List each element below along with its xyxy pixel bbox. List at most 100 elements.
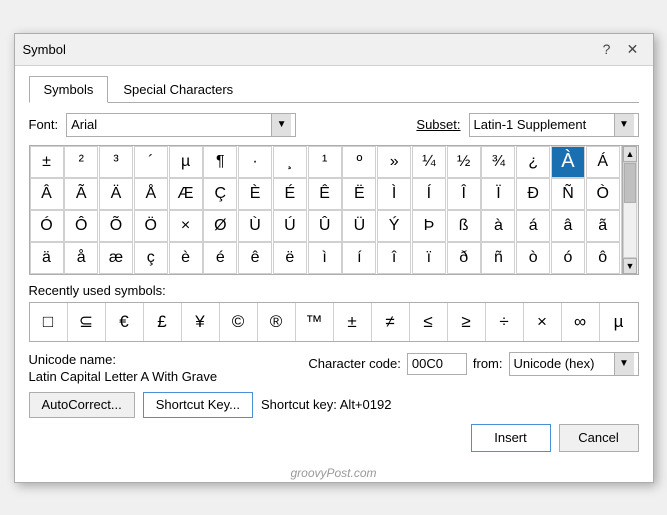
scroll-track[interactable] bbox=[623, 162, 637, 258]
symbol-cell[interactable]: Û bbox=[308, 210, 342, 242]
recent-symbol-cell[interactable]: ≠ bbox=[372, 303, 410, 341]
symbol-cell[interactable]: ³ bbox=[99, 146, 133, 178]
tab-special-characters[interactable]: Special Characters bbox=[108, 76, 248, 103]
recent-symbol-cell[interactable]: £ bbox=[144, 303, 182, 341]
symbol-cell[interactable]: ß bbox=[447, 210, 481, 242]
symbol-cell[interactable]: Ä bbox=[99, 178, 133, 210]
symbol-cell[interactable]: ä bbox=[30, 242, 64, 274]
symbol-cell[interactable]: Ô bbox=[64, 210, 98, 242]
recent-symbol-cell[interactable]: ¥ bbox=[182, 303, 220, 341]
symbol-cell[interactable]: Á bbox=[586, 146, 620, 178]
symbol-cell[interactable]: ¼ bbox=[412, 146, 446, 178]
symbol-cell[interactable]: ð bbox=[447, 242, 481, 274]
symbol-cell[interactable]: ¾ bbox=[481, 146, 515, 178]
symbol-cell[interactable]: É bbox=[273, 178, 307, 210]
symbol-cell[interactable]: Â bbox=[30, 178, 64, 210]
symbol-cell[interactable]: Æ bbox=[169, 178, 203, 210]
symbol-cell[interactable]: ñ bbox=[481, 242, 515, 274]
symbol-cell[interactable]: ã bbox=[586, 210, 620, 242]
font-combo[interactable]: Arial ▼ bbox=[66, 113, 296, 137]
recent-symbol-cell[interactable]: ™ bbox=[296, 303, 334, 341]
subset-combo[interactable]: Latin-1 Supplement ▼ bbox=[469, 113, 639, 137]
symbol-cell[interactable]: ¹ bbox=[308, 146, 342, 178]
recent-symbol-cell[interactable]: ∞ bbox=[562, 303, 600, 341]
symbol-cell[interactable]: Ñ bbox=[551, 178, 585, 210]
recent-symbol-cell[interactable]: ≤ bbox=[410, 303, 448, 341]
symbol-cell[interactable]: µ bbox=[169, 146, 203, 178]
symbol-cell[interactable]: Ý bbox=[377, 210, 411, 242]
symbol-cell[interactable]: Õ bbox=[99, 210, 133, 242]
symbol-cell[interactable]: ì bbox=[308, 242, 342, 274]
symbol-cell[interactable]: ´ bbox=[134, 146, 168, 178]
symbol-cell[interactable]: ¸ bbox=[273, 146, 307, 178]
symbol-cell[interactable]: Ã bbox=[64, 178, 98, 210]
symbol-cell[interactable]: ï bbox=[412, 242, 446, 274]
charcode-input[interactable] bbox=[407, 353, 467, 375]
symbol-cell[interactable]: ò bbox=[516, 242, 550, 274]
symbol-cell[interactable]: Ó bbox=[30, 210, 64, 242]
symbol-cell[interactable]: Ü bbox=[342, 210, 376, 242]
symbol-cell[interactable]: Ê bbox=[308, 178, 342, 210]
recent-symbol-cell[interactable]: ± bbox=[334, 303, 372, 341]
symbol-cell[interactable]: Î bbox=[447, 178, 481, 210]
recent-symbol-cell[interactable]: µ bbox=[600, 303, 638, 341]
recent-symbol-cell[interactable]: × bbox=[524, 303, 562, 341]
close-button[interactable]: ✕ bbox=[621, 37, 645, 61]
recent-symbol-cell[interactable]: ≥ bbox=[448, 303, 486, 341]
recent-symbol-cell[interactable]: □ bbox=[30, 303, 68, 341]
symbol-cell[interactable]: ¶ bbox=[203, 146, 237, 178]
scrollbar[interactable]: ▲ ▼ bbox=[622, 146, 638, 274]
recent-symbol-cell[interactable]: € bbox=[106, 303, 144, 341]
symbol-cell[interactable]: ½ bbox=[447, 146, 481, 178]
tab-symbols[interactable]: Symbols bbox=[29, 76, 109, 103]
symbol-cell[interactable]: Ì bbox=[377, 178, 411, 210]
symbol-cell[interactable]: È bbox=[238, 178, 272, 210]
symbol-cell[interactable]: è bbox=[169, 242, 203, 274]
symbol-cell[interactable]: à bbox=[481, 210, 515, 242]
symbol-cell[interactable]: Ë bbox=[342, 178, 376, 210]
symbol-cell[interactable]: Ø bbox=[203, 210, 237, 242]
recent-symbol-cell[interactable]: ⊆ bbox=[68, 303, 106, 341]
symbol-cell[interactable]: ô bbox=[586, 242, 620, 274]
symbol-cell[interactable]: À bbox=[551, 146, 585, 178]
symbol-cell[interactable]: ë bbox=[273, 242, 307, 274]
recent-symbol-cell[interactable]: ® bbox=[258, 303, 296, 341]
symbol-cell[interactable]: º bbox=[342, 146, 376, 178]
recent-symbol-cell[interactable]: © bbox=[220, 303, 258, 341]
cancel-button[interactable]: Cancel bbox=[559, 424, 639, 452]
symbol-cell[interactable]: Ù bbox=[238, 210, 272, 242]
shortcut-key-button[interactable]: Shortcut Key... bbox=[143, 392, 253, 418]
symbol-cell[interactable]: á bbox=[516, 210, 550, 242]
symbol-cell[interactable]: æ bbox=[99, 242, 133, 274]
symbol-cell[interactable]: ² bbox=[64, 146, 98, 178]
symbol-cell[interactable]: Þ bbox=[412, 210, 446, 242]
symbol-cell[interactable]: ¿ bbox=[516, 146, 550, 178]
symbol-cell[interactable]: í bbox=[342, 242, 376, 274]
symbol-cell[interactable]: · bbox=[238, 146, 272, 178]
symbol-cell[interactable]: ç bbox=[134, 242, 168, 274]
symbol-cell[interactable]: å bbox=[64, 242, 98, 274]
symbol-cell[interactable]: ± bbox=[30, 146, 64, 178]
symbol-cell[interactable]: × bbox=[169, 210, 203, 242]
scroll-down[interactable]: ▼ bbox=[623, 258, 637, 274]
symbol-cell[interactable]: â bbox=[551, 210, 585, 242]
symbol-cell[interactable]: Ö bbox=[134, 210, 168, 242]
autocorrect-button[interactable]: AutoCorrect... bbox=[29, 392, 135, 418]
symbol-cell[interactable]: Ú bbox=[273, 210, 307, 242]
symbol-cell[interactable]: Ð bbox=[516, 178, 550, 210]
recent-symbol-cell[interactable]: ÷ bbox=[486, 303, 524, 341]
scroll-up[interactable]: ▲ bbox=[623, 146, 637, 162]
symbol-cell[interactable]: ê bbox=[238, 242, 272, 274]
from-combo[interactable]: Unicode (hex) ▼ bbox=[509, 352, 639, 376]
symbol-cell[interactable]: » bbox=[377, 146, 411, 178]
insert-button[interactable]: Insert bbox=[471, 424, 551, 452]
symbol-cell[interactable]: ó bbox=[551, 242, 585, 274]
symbol-cell[interactable]: î bbox=[377, 242, 411, 274]
symbol-cell[interactable]: Ç bbox=[203, 178, 237, 210]
symbol-cell[interactable]: Ò bbox=[586, 178, 620, 210]
symbol-cell[interactable]: é bbox=[203, 242, 237, 274]
symbol-cell[interactable]: Å bbox=[134, 178, 168, 210]
help-button[interactable]: ? bbox=[595, 37, 619, 61]
symbol-cell[interactable]: Í bbox=[412, 178, 446, 210]
symbol-cell[interactable]: Ï bbox=[481, 178, 515, 210]
